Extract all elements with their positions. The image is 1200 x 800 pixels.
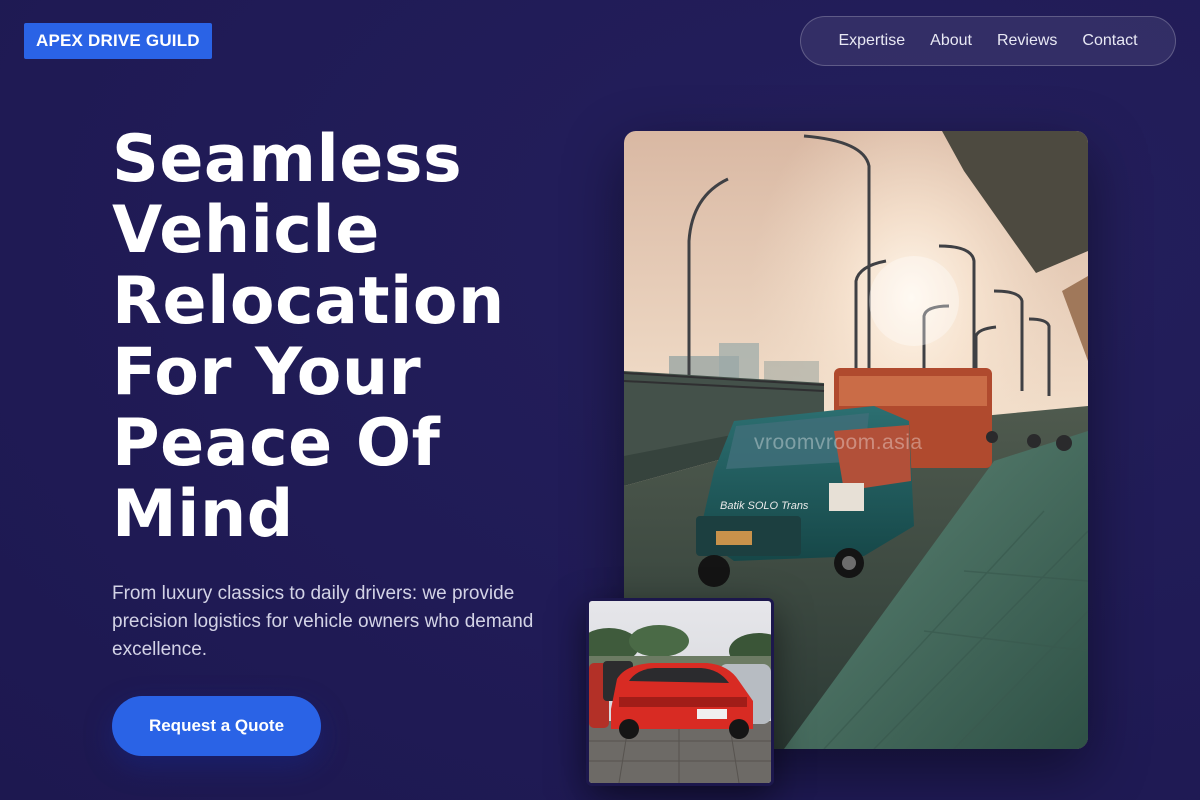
nav-link-expertise[interactable]: Expertise	[838, 32, 905, 50]
photo-watermark: vroomvroom.asia	[754, 431, 923, 454]
brand-logo[interactable]: APEX DRIVE GUILD	[24, 23, 212, 59]
hero-title-line: Vehicle	[112, 193, 380, 268]
main-nav: Expertise About Reviews Contact	[800, 16, 1176, 66]
van-sign-text: Batik SOLO Trans	[720, 500, 809, 512]
hero-subtitle: From luxury classics to daily drivers: w…	[112, 583, 534, 660]
hero-title-line: Peace Of	[112, 406, 441, 481]
hero-title-line: Relocation	[112, 264, 505, 339]
landing-page: APEX DRIVE GUILD Expertise About Reviews…	[0, 0, 1200, 800]
nav-link-about[interactable]: About	[930, 32, 972, 50]
nav-link-contact[interactable]: Contact	[1082, 32, 1137, 50]
hero-title: Seamless Vehicle Relocation For Your Pea…	[112, 124, 572, 550]
hero-title-line: Mind	[112, 477, 294, 552]
hero-secondary-photo	[586, 598, 774, 786]
red-car-illustration	[589, 601, 771, 783]
hero-title-line: Seamless	[112, 122, 463, 197]
hero-title-line: For Your	[112, 335, 422, 410]
nav-link-reviews[interactable]: Reviews	[997, 32, 1057, 50]
request-quote-button[interactable]: Request a Quote	[112, 696, 321, 756]
